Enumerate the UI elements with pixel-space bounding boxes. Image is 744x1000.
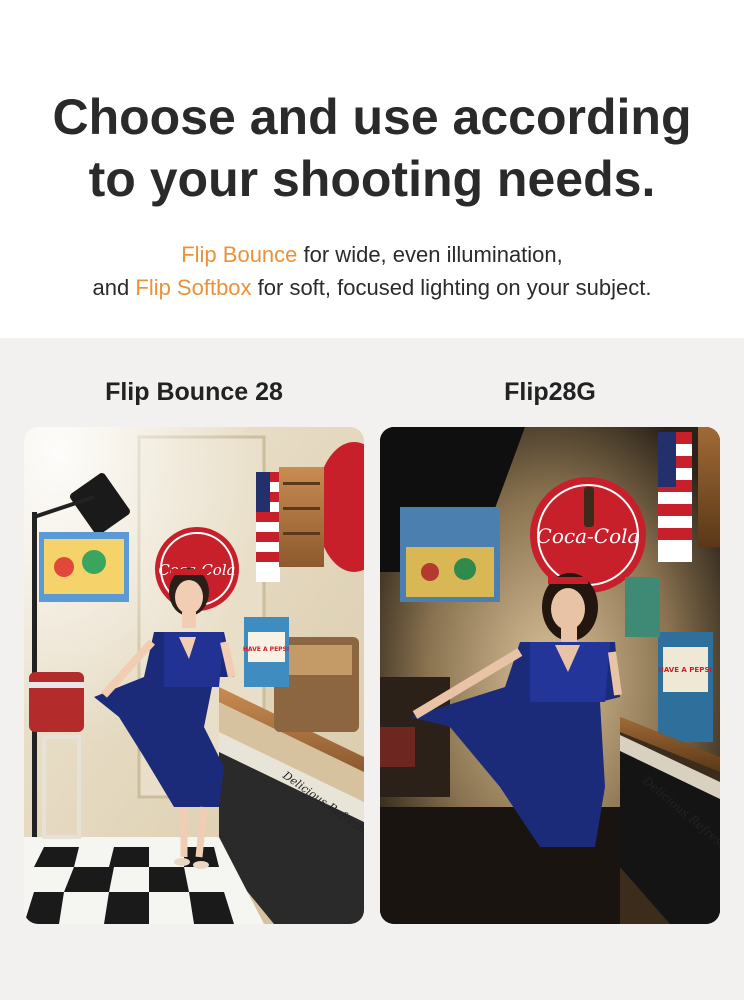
left-column-title: Flip Bounce 28 (105, 378, 283, 406)
flip-softbox-highlight: Flip Softbox (135, 275, 252, 300)
right-coke-sign-text: Coca-Cola (537, 524, 640, 548)
subheadline-line-1: Flip Bounce for wide, even illumination, (0, 238, 744, 271)
flip-bounce-highlight: Flip Bounce (181, 242, 298, 267)
flip-softbox-photo-illustration: Coca-Cola HAVE A PEPSI Delicious Refresh… (380, 427, 720, 924)
headline-line-1: Choose and use according (52, 89, 692, 145)
subheadline-line-1-text: for wide, even illumination, (297, 242, 563, 267)
left-pepsi-box-text: HAVE A PEPSI (243, 646, 289, 653)
subheadline-line-2-text: for soft, focused lighting on your subje… (251, 275, 652, 300)
flip-bounce-photo-illustration: Coca-Cola HAVE A PEPSI (24, 427, 364, 924)
subheadline-line-2-prefix: and (92, 275, 136, 300)
hero-section: Choose and use according to your shootin… (0, 0, 744, 338)
headline: Choose and use according to your shootin… (0, 86, 744, 210)
subheadline: Flip Bounce for wide, even illumination,… (0, 238, 744, 304)
headline-line-2: to your shooting needs. (88, 151, 656, 207)
subheadline-line-2: and Flip Softbox for soft, focused light… (0, 271, 744, 304)
right-pepsi-box-text: HAVE A PEPSI (658, 666, 712, 674)
flip-softbox-photo: Coca-Cola HAVE A PEPSI Delicious Refresh… (380, 427, 720, 924)
comparison-section: Flip Bounce 28 Flip28G HAVE A PEPSI Deli… (0, 338, 744, 1000)
flip-bounce-photo: Coca-Cola HAVE A PEPSI (24, 427, 364, 924)
right-column-title: Flip28G (504, 378, 596, 406)
